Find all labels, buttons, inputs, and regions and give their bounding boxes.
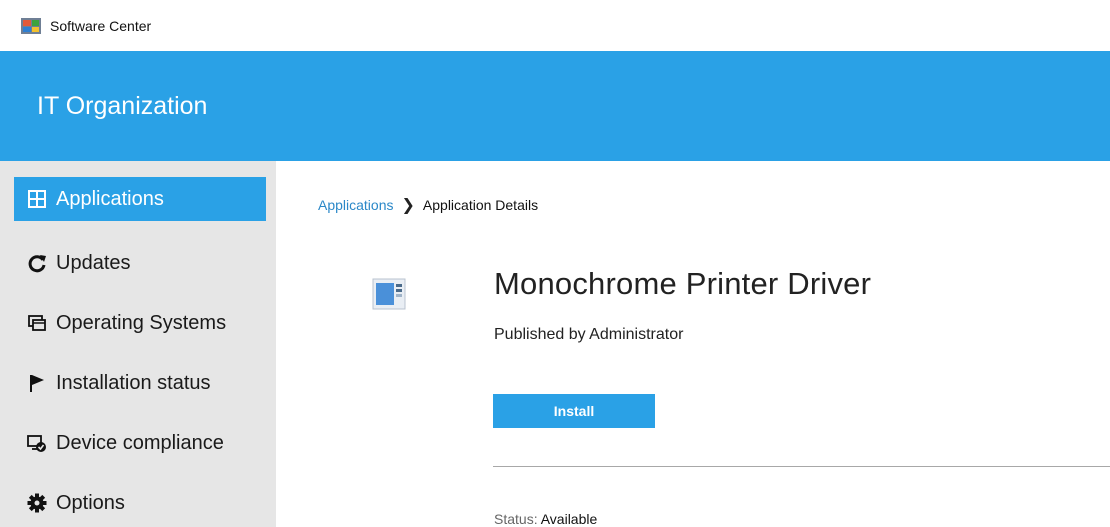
install-button[interactable]: Install xyxy=(493,394,655,428)
software-center-window: Software Center IT Organization Applicat… xyxy=(0,0,1110,527)
application-name: Monochrome Printer Driver xyxy=(494,266,872,301)
sidebar-item-label: Options xyxy=(56,491,125,514)
gear-icon xyxy=(26,492,48,514)
organization-name: IT Organization xyxy=(37,92,208,120)
status-label: Status: xyxy=(494,511,538,527)
sidebar: Applications Updates Operating Systems I… xyxy=(0,161,276,527)
window-title: Software Center xyxy=(50,17,152,34)
sidebar-item-label: Applications xyxy=(56,187,164,210)
sidebar-item-label: Device compliance xyxy=(56,431,224,454)
application-icon xyxy=(372,278,406,310)
header-banner: IT Organization xyxy=(0,51,1110,161)
sidebar-item-label: Installation status xyxy=(56,371,211,394)
refresh-icon xyxy=(26,252,48,274)
device-compliance-icon xyxy=(26,432,48,454)
divider xyxy=(493,466,1110,467)
sidebar-item-options[interactable]: Options xyxy=(14,481,266,525)
title-bar: Software Center xyxy=(0,0,1110,51)
sidebar-item-label: Updates xyxy=(56,251,131,274)
sidebar-item-label: Operating Systems xyxy=(56,311,227,334)
application-publisher: Published by Administrator xyxy=(494,326,684,343)
sidebar-item-operating-systems[interactable]: Operating Systems xyxy=(14,301,266,345)
breadcrumb-current-page: Application Details xyxy=(422,197,539,213)
sidebar-item-updates[interactable]: Updates xyxy=(14,241,266,285)
application-status: Status: Available xyxy=(494,511,597,527)
sidebar-item-applications[interactable]: Applications xyxy=(14,177,266,221)
breadcrumb-applications-link[interactable]: Applications xyxy=(318,197,394,213)
applications-grid-icon xyxy=(26,188,48,210)
flag-icon xyxy=(26,372,48,394)
chevron-right-icon: ❯ xyxy=(401,197,415,214)
status-value: Available xyxy=(540,511,598,527)
sidebar-item-device-compliance[interactable]: Device compliance xyxy=(14,421,266,465)
sidebar-item-installation-status[interactable]: Installation status xyxy=(14,361,266,405)
breadcrumb: Applications ❯ Application Details xyxy=(318,195,538,215)
software-center-icon xyxy=(21,17,41,34)
operating-systems-icon xyxy=(26,312,48,334)
